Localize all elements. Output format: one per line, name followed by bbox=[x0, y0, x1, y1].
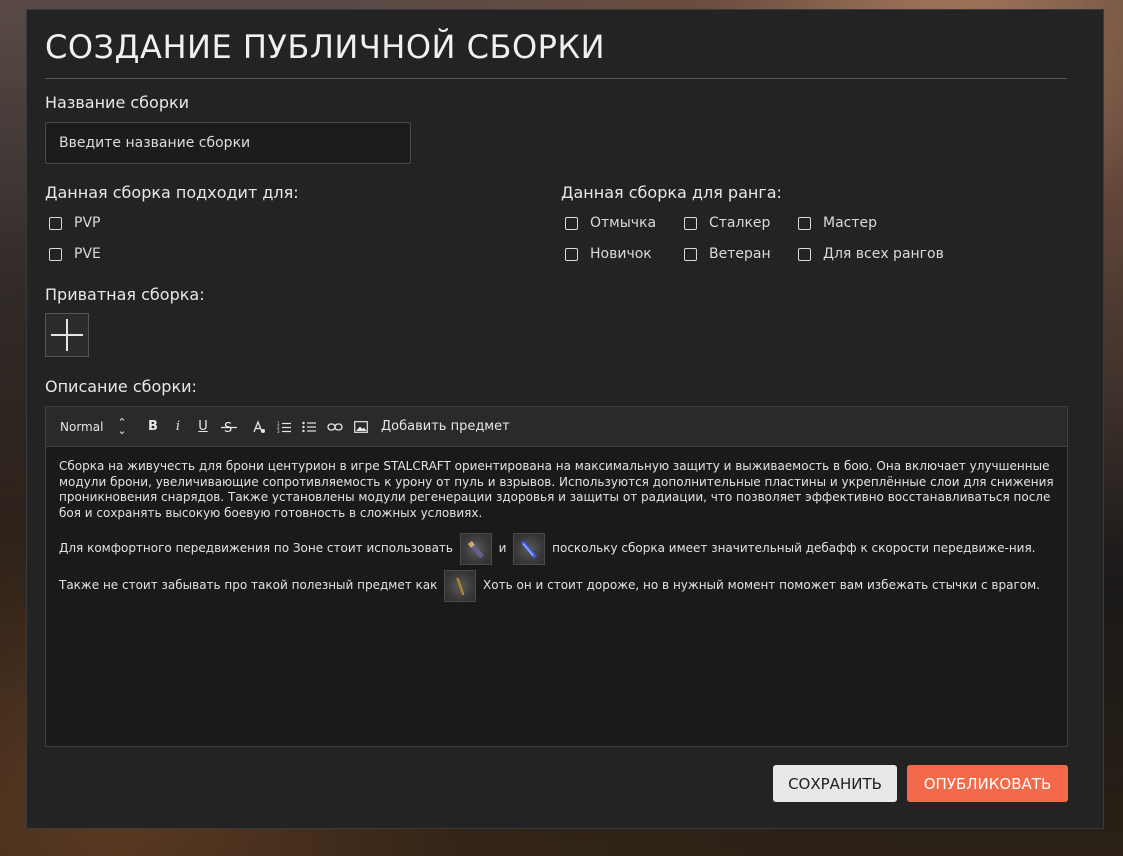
description-paragraph: Сборка на живучесть для брони центурион … bbox=[59, 459, 1054, 520]
strikethrough-icon[interactable]: S bbox=[221, 420, 237, 434]
checkbox-box[interactable] bbox=[49, 216, 62, 230]
checkbox-pvp[interactable]: PVP bbox=[49, 215, 100, 231]
rank-label: Данная сборка для ранга: bbox=[561, 183, 782, 202]
italic-icon[interactable]: i bbox=[171, 419, 185, 434]
page-title: СОЗДАНИЕ ПУБЛИЧНОЙ СБОРКИ bbox=[45, 28, 606, 66]
checkbox-rank-otmychka[interactable]: Отмычка bbox=[565, 215, 656, 231]
checkbox-box[interactable] bbox=[49, 247, 62, 261]
checkbox-box[interactable] bbox=[684, 216, 697, 230]
build-name-input[interactable] bbox=[45, 122, 411, 164]
description-label: Описание сборки: bbox=[45, 377, 197, 396]
build-form-panel: СОЗДАНИЕ ПУБЛИЧНОЙ СБОРКИ Название сборк… bbox=[26, 9, 1104, 829]
add-private-build-button[interactable] bbox=[45, 313, 89, 357]
item-thumbnail-artifact[interactable] bbox=[444, 569, 477, 602]
checkbox-rank-veteran[interactable]: Ветеран bbox=[684, 246, 771, 262]
select-arrows-icon: ⌃ ⌄ bbox=[117, 415, 127, 437]
checkbox-label: PVP bbox=[74, 215, 101, 231]
checkbox-label: Сталкер bbox=[709, 215, 771, 231]
bold-icon[interactable]: B bbox=[146, 419, 160, 434]
plus-icon bbox=[66, 319, 68, 351]
ordered-list-icon[interactable]: 123 bbox=[277, 421, 291, 433]
checkbox-pve[interactable]: PVE bbox=[49, 246, 101, 262]
checkbox-label: Отмычка bbox=[590, 215, 657, 231]
item-thumbnail-stimulant[interactable] bbox=[513, 532, 546, 565]
checkbox-rank-master[interactable]: Мастер bbox=[798, 215, 877, 231]
checkbox-box[interactable] bbox=[684, 247, 697, 261]
title-divider bbox=[45, 78, 1067, 79]
description-text: Для комфортного передвижения по Зоне сто… bbox=[59, 541, 453, 555]
description-text: Хоть он и стоит дороже, но в нужный моме… bbox=[483, 578, 1040, 592]
description-paragraph: Для комфортного передвижения по Зоне сто… bbox=[59, 530, 1054, 604]
image-icon[interactable] bbox=[354, 420, 368, 433]
build-name-label: Название сборки bbox=[45, 93, 190, 112]
checkbox-label: Мастер bbox=[823, 215, 878, 231]
checkbox-rank-all[interactable]: Для всех рангов bbox=[798, 246, 944, 262]
format-select-value: Normal bbox=[60, 419, 104, 434]
checkbox-rank-novice[interactable]: Новичок bbox=[565, 246, 652, 262]
checkbox-box[interactable] bbox=[565, 247, 578, 261]
bullet-list-icon[interactable] bbox=[302, 421, 316, 433]
publish-button[interactable]: ОПУБЛИКОВАТЬ bbox=[907, 765, 1068, 802]
private-build-label: Приватная сборка: bbox=[45, 285, 205, 304]
editor-content[interactable]: Сборка на живучесть для брони центурион … bbox=[46, 447, 1067, 616]
checkbox-label: PVE bbox=[74, 246, 101, 262]
checkbox-box[interactable] bbox=[798, 247, 811, 261]
add-item-button[interactable]: Добавить предмет bbox=[381, 419, 510, 434]
link-icon[interactable] bbox=[327, 422, 343, 432]
checkbox-box[interactable] bbox=[798, 216, 811, 230]
description-editor[interactable]: Normal ⌃ ⌄ B i U S 123 Добавить предмет … bbox=[45, 406, 1068, 747]
checkbox-rank-stalker[interactable]: Сталкер bbox=[684, 215, 770, 231]
editor-toolbar: Normal ⌃ ⌄ B i U S 123 Добавить предмет bbox=[46, 407, 1067, 447]
checkbox-label: Новичок bbox=[590, 246, 652, 262]
underline-icon[interactable]: U bbox=[196, 419, 210, 434]
checkbox-label: Ветеран bbox=[709, 246, 771, 262]
svg-text:3: 3 bbox=[277, 429, 280, 433]
suitable-for-label: Данная сборка подходит для: bbox=[45, 183, 299, 202]
item-thumbnail-energy-drink[interactable] bbox=[459, 532, 492, 565]
checkbox-label: Для всех рангов bbox=[823, 246, 944, 262]
text-color-icon[interactable] bbox=[252, 419, 266, 434]
description-text: и bbox=[498, 541, 507, 555]
save-button[interactable]: СОХРАНИТЬ bbox=[773, 765, 897, 802]
format-select[interactable]: Normal ⌃ ⌄ bbox=[60, 415, 146, 437]
checkbox-box[interactable] bbox=[565, 216, 578, 230]
